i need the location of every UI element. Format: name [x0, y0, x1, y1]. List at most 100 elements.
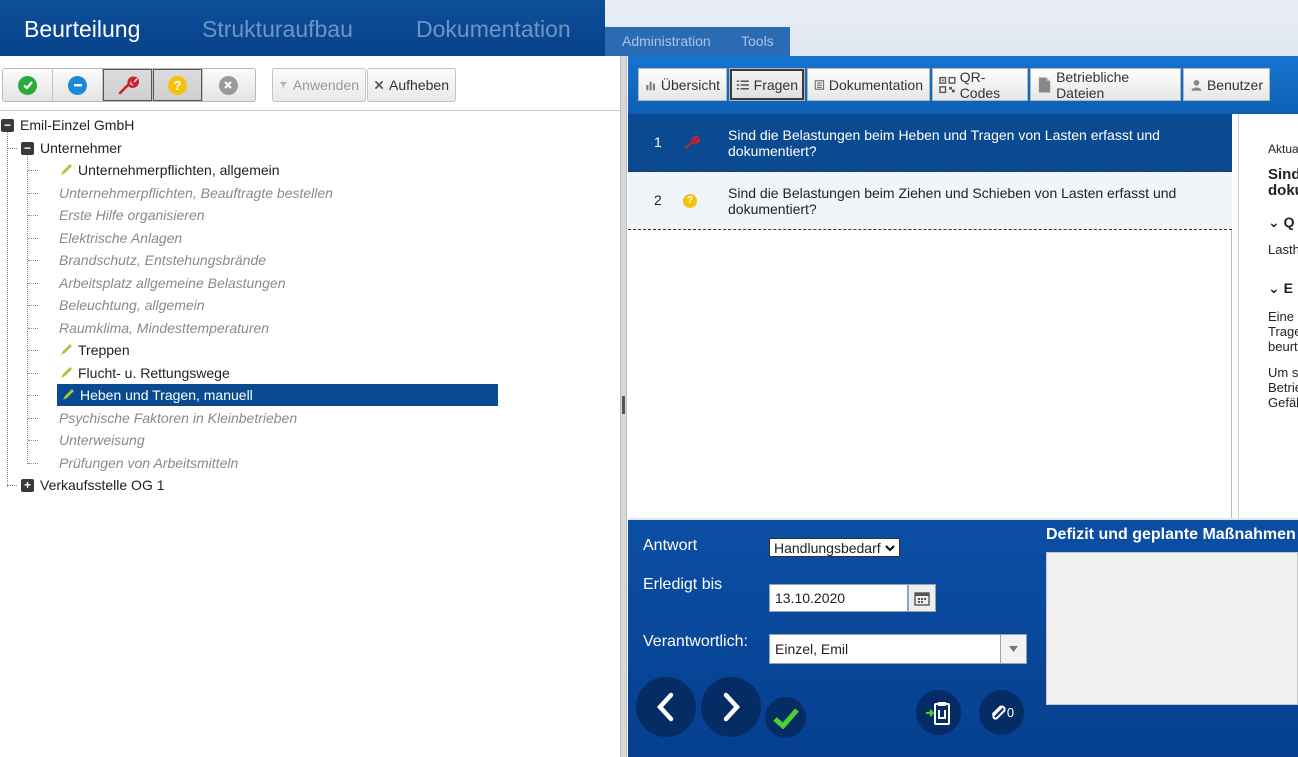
tree-item[interactable]: Prüfungen von Arbeitsmitteln [59, 452, 238, 474]
status-filter-group: ? [2, 68, 256, 102]
tab-dokumentation[interactable]: Dokumentation [807, 68, 930, 101]
tab-uebersicht[interactable]: Übersicht [638, 68, 727, 101]
collapse-icon[interactable]: − [1, 118, 14, 132]
triangle-down-icon [1009, 646, 1018, 652]
clear-filter-label: Aufheben [389, 77, 449, 93]
tab-strukturaufbau[interactable]: Strukturaufbau [202, 16, 353, 43]
tree-node-label: Unternehmer [40, 140, 122, 156]
tab-beurteilung[interactable]: Beurteilung [24, 16, 140, 43]
question-text: Sind die Belastungen beim Heben und Trag… [728, 127, 1160, 159]
apply-filter-button[interactable]: Anwenden [272, 68, 366, 102]
verantwortlich-input[interactable]: Einzel, Emil [769, 634, 1001, 664]
detail-text: Eine [1268, 309, 1295, 324]
question-row-selected[interactable]: 1 Sind die Belastungen beim Heben und Tr… [628, 114, 1232, 172]
document-list-icon [814, 79, 825, 90]
tree-item[interactable]: Elektrische Anlagen [59, 227, 182, 249]
tree-item-label: Prüfungen von Arbeitsmitteln [59, 455, 239, 471]
clipboard-icon [925, 701, 950, 725]
tree-item[interactable]: Brandschutz, Entstehungsbrände [59, 249, 266, 271]
structure-tree: − Emil-Einzel GmbH − Unternehmer Unterne… [0, 112, 620, 757]
tree-item[interactable]: Psychische Faktoren in Kleinbetrieben [59, 407, 297, 429]
panel-splitter[interactable] [620, 56, 627, 757]
detail-title: Sind [1268, 166, 1298, 183]
next-question-button[interactable] [701, 677, 761, 737]
question-number: 1 [654, 134, 662, 150]
clear-filter-button[interactable]: Aufheben [367, 68, 456, 102]
verantwortlich-value: Einzel, Emil [775, 641, 849, 657]
pencil-icon [61, 344, 72, 355]
tab-label: Betriebliche Dateien [1056, 68, 1130, 101]
paperclip-icon [991, 705, 1006, 720]
chevron-left-icon [656, 692, 674, 722]
question-icon: ? [168, 75, 187, 95]
previous-question-button[interactable] [636, 677, 696, 737]
tab-label: Fragen [753, 76, 798, 93]
expand-icon[interactable]: + [21, 478, 34, 492]
filter-action-needed-button[interactable] [103, 69, 153, 101]
tree-item[interactable]: Unternehmerpflichten, Beauftragte bestel… [59, 182, 333, 204]
wrench-icon [685, 135, 700, 149]
attachments-button[interactable]: 0 [979, 690, 1024, 735]
confirm-button[interactable] [765, 697, 806, 738]
section-e-label: E [1283, 280, 1293, 296]
tab-qr-codes[interactable]: QR-Codes [932, 68, 1028, 101]
tree-item-selected[interactable]: Heben und Tragen, manuell [57, 384, 498, 406]
tab-tools[interactable]: Tools [741, 33, 774, 49]
tree-item-label: Elektrische Anlagen [59, 230, 183, 246]
antwort-select[interactable]: Handlungsbedarf [769, 538, 900, 557]
tree-item[interactable]: Treppen [59, 339, 130, 361]
check-icon [772, 707, 799, 729]
question-detail-panel: Aktua Sind doku ⌄ Q Lasth ⌄ E Eine Trage… [1238, 114, 1298, 518]
tab-administration[interactable]: Administration [622, 33, 711, 49]
erledigt-value: 13.10.2020 [775, 590, 846, 606]
filter-open-question-button[interactable]: ? [153, 69, 203, 101]
check-icon [18, 75, 37, 95]
tree-node-verkaufsstelle[interactable]: + Verkaufsstelle OG 1 [21, 474, 165, 496]
question-icon: ? [683, 194, 697, 208]
tree-node-company[interactable]: − Emil-Einzel GmbH [1, 114, 134, 136]
tab-benutzer[interactable]: Benutzer [1183, 68, 1270, 101]
clipboard-transfer-button[interactable] [916, 690, 961, 735]
tree-node-unternehmer[interactable]: − Unternehmer [21, 137, 122, 159]
tree-item[interactable]: Unternehmerpflichten, allgemein [59, 159, 280, 181]
tree-item-label: Heben und Tragen, manuell [80, 387, 253, 403]
detail-updated-label: Aktua [1268, 142, 1298, 156]
question-number: 2 [654, 192, 662, 208]
tab-fragen[interactable]: Fragen [729, 68, 805, 101]
list-icon [736, 79, 749, 90]
detail-text: Um s [1268, 365, 1298, 380]
antwort-label: Antwort [643, 537, 698, 554]
view-toolbar: Übersicht Fragen Dokumentation QR-Codes … [628, 56, 1298, 114]
erledigt-date-input[interactable]: 13.10.2020 [769, 584, 908, 612]
tree-item[interactable]: Raumklima, Mindesttemperaturen [59, 317, 269, 339]
tree-item[interactable]: Erste Hilfe organisieren [59, 204, 205, 226]
filter-rejected-button[interactable] [203, 69, 253, 101]
section-toggle-e[interactable]: ⌄ E [1268, 280, 1293, 297]
defizit-textarea[interactable] [1046, 552, 1298, 705]
tree-item-label: Unternehmerpflichten, Beauftragte bestel… [59, 185, 333, 201]
tree-item[interactable]: Unterweisung [59, 429, 145, 451]
tree-item[interactable]: Arbeitsplatz allgemeine Belastungen [59, 272, 285, 294]
tree-item[interactable]: Flucht- u. Rettungswege [59, 362, 230, 384]
collapse-icon[interactable]: − [21, 141, 34, 155]
tab-betriebliche-dateien[interactable]: Betriebliche Dateien [1030, 68, 1181, 101]
filter-not-relevant-button[interactable] [53, 69, 103, 101]
close-icon [374, 80, 384, 90]
detail-text: Lasth [1268, 242, 1298, 257]
tree-item[interactable]: Beleuchtung, allgemein [59, 294, 205, 316]
tree-item-label: Arbeitsplatz allgemeine Belastungen [59, 275, 286, 291]
tree-item-label: Treppen [78, 342, 130, 358]
question-row[interactable]: 2 ? Sind die Belastungen beim Ziehen und… [628, 172, 1232, 230]
verantwortlich-dropdown-button[interactable] [1000, 634, 1027, 664]
tree-item-label: Brandschutz, Entstehungsbrände [59, 252, 267, 268]
questions-list: 1 Sind die Belastungen beim Heben und Tr… [628, 114, 1232, 518]
date-picker-button[interactable] [908, 584, 936, 612]
section-toggle-q[interactable]: ⌄ Q [1268, 214, 1295, 231]
filter-done-button[interactable] [3, 69, 53, 101]
tree-item-label: Flucht- u. Rettungswege [78, 365, 230, 381]
splitter-grip-icon[interactable] [622, 396, 625, 414]
tree-item-label: Beleuchtung, allgemein [59, 297, 205, 313]
chevron-right-icon [723, 692, 741, 722]
tab-dokumentation[interactable]: Dokumentation [416, 16, 571, 43]
x-icon [218, 75, 238, 95]
